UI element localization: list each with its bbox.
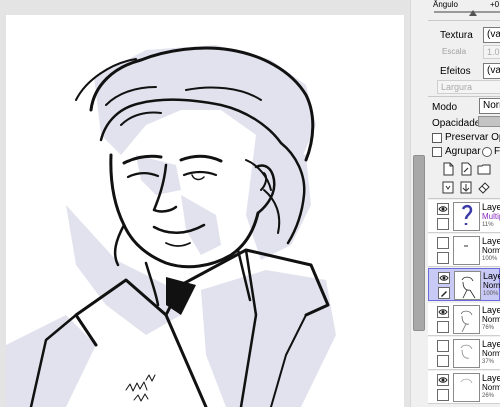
- eye-icon: [438, 377, 448, 383]
- layer-lock-toggle[interactable]: [438, 287, 450, 299]
- opacity-label: Opacidade: [432, 118, 481, 129]
- layer-name: Laye: [482, 236, 500, 246]
- layer-blend-mode: Norm: [482, 383, 500, 392]
- new-folder-icon[interactable]: [477, 162, 491, 176]
- layer-visibility-toggle[interactable]: [437, 203, 449, 215]
- scale-label: Escala: [442, 47, 467, 56]
- preserve-opacity-label: Preservar Opac: [445, 132, 500, 143]
- mode-label: Modo: [432, 102, 458, 113]
- layer-lock-toggle[interactable]: [437, 389, 449, 401]
- scale-field[interactable]: 1.0: [483, 45, 500, 59]
- angle-slider[interactable]: [434, 11, 500, 13]
- pen-icon: [441, 291, 447, 297]
- layer-thumbnail: [453, 339, 480, 368]
- layer-blend-mode: Norm: [483, 281, 500, 290]
- effects-label: Efeitos: [440, 66, 471, 77]
- angle-value: +0: [490, 0, 500, 9]
- layer-blend-mode: Norm: [482, 349, 500, 358]
- layer-opacity: 26%: [482, 393, 495, 399]
- layer-item-selected[interactable]: Laye Norm 100%: [428, 268, 500, 301]
- group-checkbox[interactable]: [432, 147, 442, 157]
- new-layer-icon[interactable]: [441, 162, 455, 176]
- merge-down-icon[interactable]: [459, 180, 473, 194]
- layer-opacity: 37%: [482, 359, 495, 365]
- layer-item[interactable]: Laye Norm 100%: [428, 234, 500, 267]
- layer-thumbnail: [453, 305, 480, 334]
- character-sketch-illustration: [6, 45, 336, 407]
- layer-lock-toggle[interactable]: [437, 355, 449, 367]
- layer-thumbnail: [453, 236, 480, 265]
- texture-select[interactable]: (va: [483, 27, 500, 43]
- vertical-scrollbar[interactable]: [410, 0, 427, 407]
- preserve-opacity-checkbox[interactable]: [432, 133, 442, 143]
- layer-opacity: 100%: [482, 256, 498, 262]
- layer-lock-toggle[interactable]: [437, 321, 449, 333]
- layer-visibility-toggle[interactable]: [437, 237, 449, 249]
- angle-slider-handle[interactable]: [469, 10, 477, 16]
- copy-layer-icon[interactable]: [441, 180, 455, 194]
- layer-name: Laye: [482, 202, 500, 212]
- layer-visibility-toggle[interactable]: [438, 272, 450, 284]
- blend-mode-select[interactable]: Norm: [479, 98, 500, 114]
- layer-item[interactable]: Laye Norm 37%: [428, 337, 500, 370]
- layer-blend-mode: Norm: [482, 246, 500, 255]
- divider: [428, 198, 500, 199]
- opacity-slider[interactable]: [478, 116, 500, 127]
- eye-icon: [438, 309, 448, 315]
- layer-thumbnail: [454, 271, 481, 300]
- layer-blend-mode: Norm: [482, 315, 500, 324]
- layer-lock-toggle[interactable]: [437, 252, 449, 264]
- divider: [428, 96, 500, 97]
- effects-select[interactable]: (va: [483, 63, 500, 79]
- layer-opacity: 11%: [482, 222, 494, 228]
- layer-blend-mode: Multip: [482, 212, 500, 221]
- width-label: Largura: [441, 82, 473, 92]
- layer-visibility-toggle[interactable]: [437, 340, 449, 352]
- layer-name: Laye: [482, 305, 500, 315]
- layer-thumbnail: [453, 202, 480, 231]
- layer-item[interactable]: Laye Multip 11%: [428, 200, 500, 233]
- layer-item[interactable]: Laye Norm 76%: [428, 303, 500, 336]
- new-vector-layer-icon[interactable]: [459, 162, 473, 176]
- drawing-canvas[interactable]: [6, 15, 404, 407]
- texture-label: Textura: [440, 30, 473, 41]
- option-radio-label: F: [494, 146, 500, 157]
- layer-item[interactable]: Laye Norm 26%: [428, 371, 500, 404]
- tool-panel: Ângulo +0 Textura (va Escala 1.0 Efeitos…: [428, 0, 500, 407]
- eye-icon: [438, 206, 448, 212]
- angle-label: Ângulo: [433, 0, 458, 9]
- width-field[interactable]: Largura: [437, 80, 500, 94]
- canvas-area[interactable]: [0, 0, 410, 407]
- scrollbar-thumb[interactable]: [413, 155, 425, 331]
- layer-name: Laye: [482, 339, 500, 349]
- layer-opacity: 76%: [482, 325, 495, 331]
- layer-name: Laye: [483, 271, 500, 281]
- divider: [428, 20, 500, 21]
- clear-layer-icon[interactable]: [477, 180, 491, 194]
- layer-visibility-toggle[interactable]: [437, 306, 449, 318]
- layer-thumbnail: [453, 373, 480, 402]
- layer-lock-toggle[interactable]: [437, 218, 449, 230]
- layer-opacity: 100%: [483, 291, 499, 297]
- layer-name: Laye: [482, 373, 500, 383]
- layer-visibility-toggle[interactable]: [437, 374, 449, 386]
- option-radio[interactable]: [482, 147, 492, 157]
- group-label: Agrupar: [445, 146, 481, 157]
- eye-icon: [439, 275, 449, 281]
